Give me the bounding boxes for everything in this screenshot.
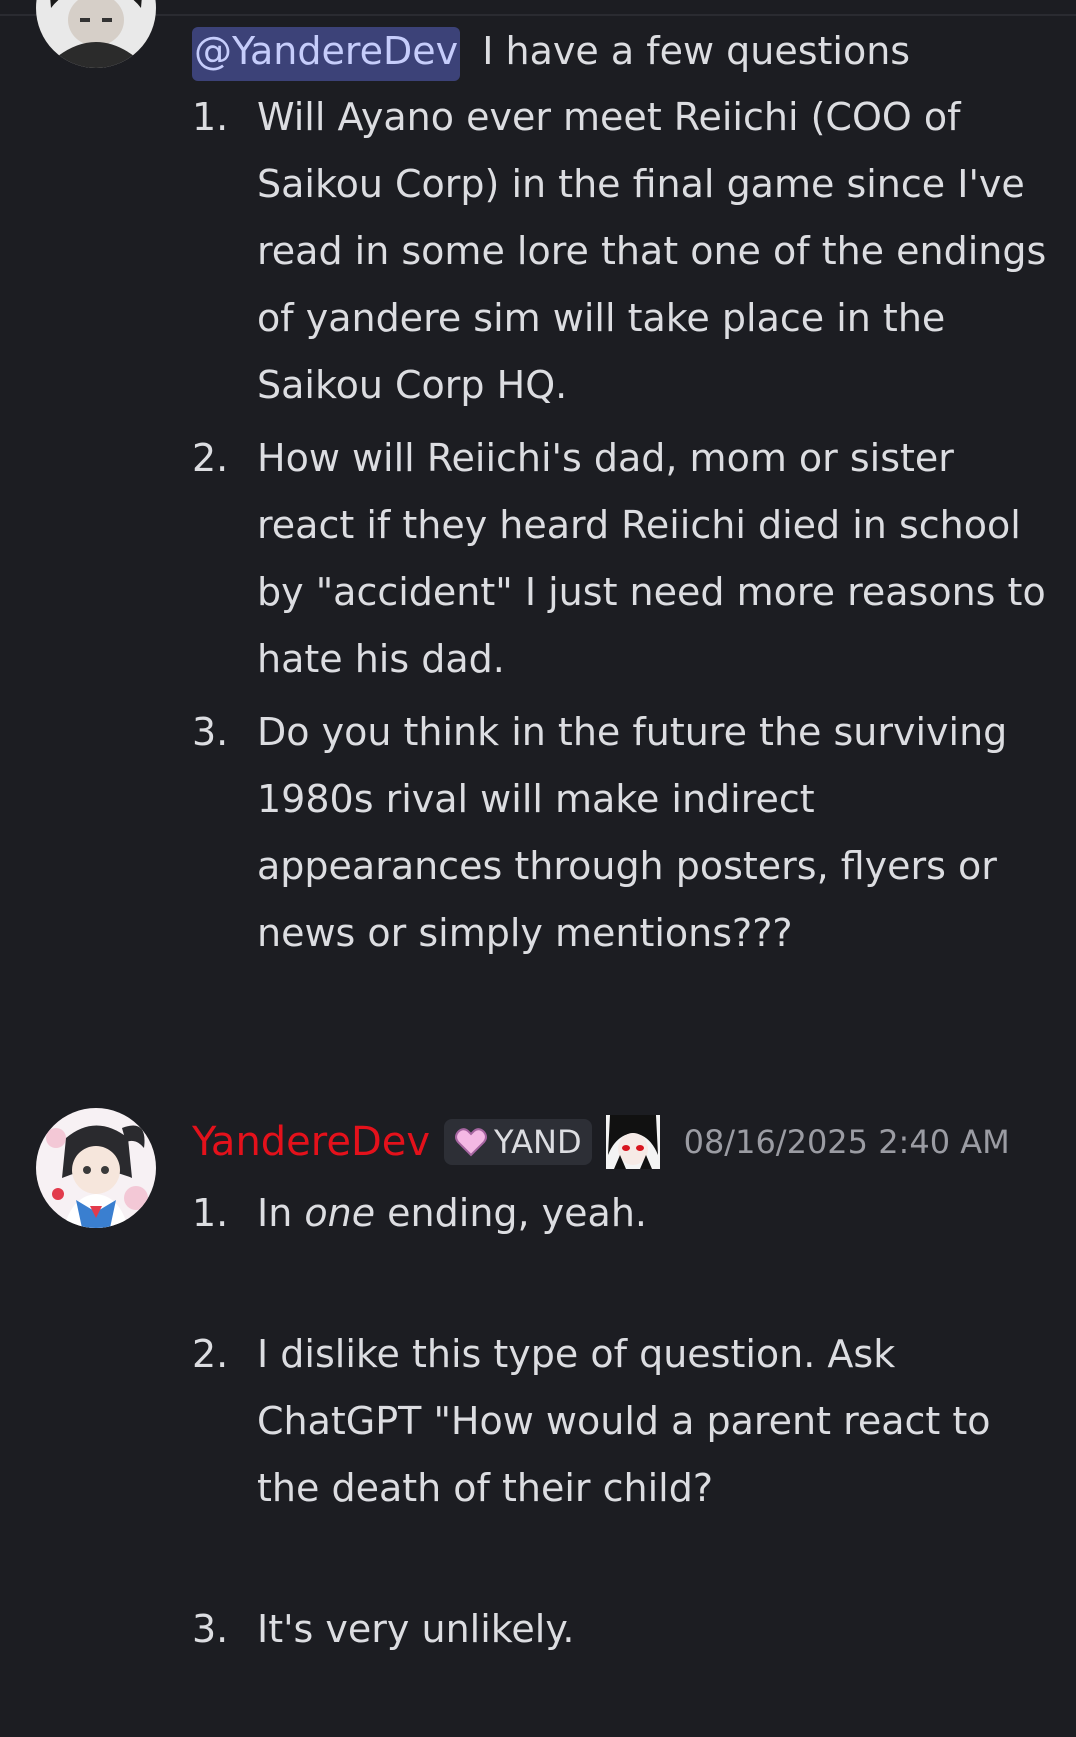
- message-content: YandereDev YAND 08/16/2025 2:40 AM 1. In…: [192, 1104, 1052, 1737]
- username[interactable]: YandereDev: [192, 1119, 430, 1165]
- avatar[interactable]: [36, 0, 156, 68]
- list-item: 3. Do you think in the future the surviv…: [192, 699, 1052, 967]
- avatar[interactable]: [36, 1108, 156, 1228]
- red-eyed-character-icon[interactable]: [605, 1115, 660, 1169]
- message-header: YandereDev YAND 08/16/2025 2:40 AM: [192, 1104, 1052, 1180]
- list-item: 3. It's very unlikely.: [192, 1596, 1052, 1663]
- text-segment: In: [257, 1191, 305, 1235]
- list-item-text: Will Ayano ever meet Reiichi (COO of Sai…: [257, 95, 1047, 407]
- server-tag-badge[interactable]: YAND: [444, 1119, 592, 1165]
- emphasized-text: one: [304, 1191, 376, 1235]
- question-list: 1. Will Ayano ever meet Reiichi (COO of …: [192, 84, 1052, 967]
- list-item: 1. Will Ayano ever meet Reiichi (COO of …: [192, 84, 1052, 419]
- list-item-text: How will Reiichi's dad, mom or sister re…: [257, 436, 1046, 681]
- list-item-text: In one ending, yeah.: [257, 1191, 647, 1235]
- list-number: 3.: [192, 710, 229, 754]
- message-first-line: @YandereDev I have a few questions: [192, 18, 1052, 84]
- server-tag-label: YAND: [494, 1123, 582, 1161]
- message-content: @YandereDev I have a few questions 1. Wi…: [192, 18, 1052, 973]
- list-item-text: It's very unlikely.: [257, 1607, 575, 1651]
- reply-list: 1. In one ending, yeah. 2. I dislike thi…: [192, 1180, 1052, 1663]
- list-number: 3.: [192, 1607, 229, 1651]
- message-intro-text: I have a few questions: [482, 29, 911, 73]
- list-number: 2.: [192, 436, 229, 480]
- list-item: 2. How will Reiichi's dad, mom or sister…: [192, 425, 1052, 693]
- heart-icon: [454, 1125, 488, 1159]
- list-number: 1.: [192, 1191, 229, 1235]
- list-item-text: I dislike this type of question. Ask Cha…: [257, 1332, 991, 1510]
- list-item: 2. I dislike this type of question. Ask …: [192, 1321, 1052, 1522]
- text-segment: ending, yeah.: [375, 1191, 647, 1235]
- message-timestamp: 08/16/2025 2:40 AM: [683, 1123, 1010, 1161]
- top-divider: [0, 14, 1076, 16]
- list-item: 1. In one ending, yeah.: [192, 1180, 1052, 1247]
- list-item-text: Do you think in the future the surviving…: [257, 710, 1008, 955]
- list-number: 1.: [192, 95, 229, 139]
- list-number: 2.: [192, 1332, 229, 1376]
- user-mention[interactable]: @YandereDev: [192, 27, 461, 81]
